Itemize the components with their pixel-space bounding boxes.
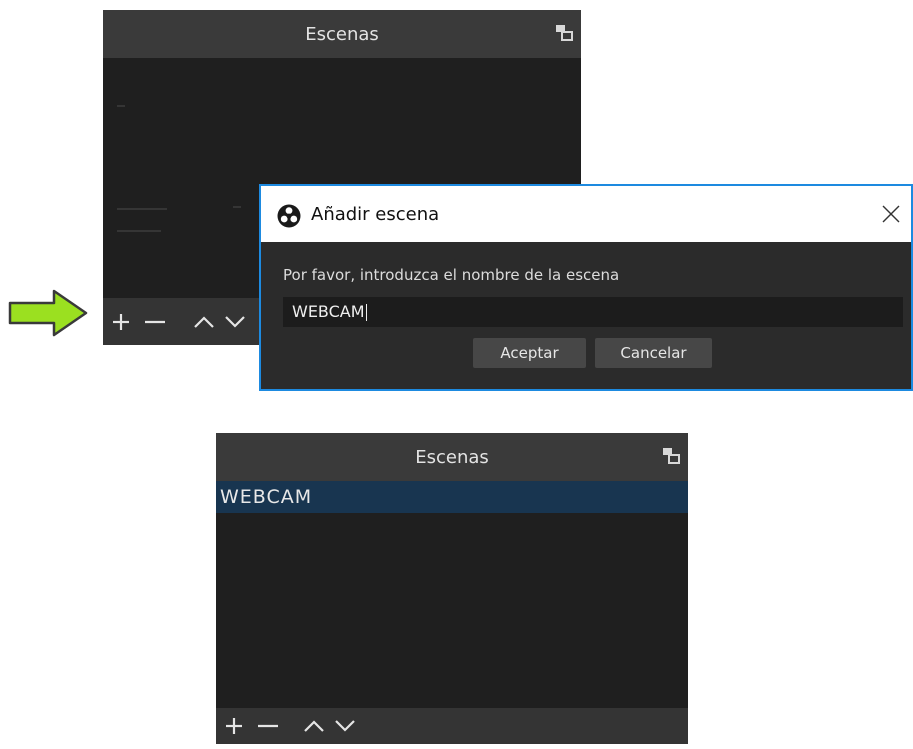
dialog-prompt: Por favor, introduzca el nombre de la es… <box>283 266 620 284</box>
move-up-icon[interactable] <box>300 708 328 744</box>
float-icon[interactable] <box>555 24 573 42</box>
move-down-icon[interactable] <box>221 298 249 345</box>
remove-icon[interactable] <box>254 708 282 744</box>
scenes-toolbar <box>216 708 688 744</box>
accept-button[interactable]: Aceptar <box>473 338 586 368</box>
add-icon[interactable] <box>107 298 135 345</box>
scene-list[interactable]: WEBCAM <box>216 481 688 708</box>
remove-icon[interactable] <box>141 298 169 345</box>
obs-logo-icon <box>277 204 301 228</box>
scenes-dock-header: Escenas <box>103 10 581 58</box>
scenes-dock-header: Escenas <box>216 433 688 481</box>
scene-item-label: WEBCAM <box>220 486 313 508</box>
scene-name-input[interactable]: WEBCAM <box>283 297 903 327</box>
add-scene-dialog: Añadir escena Por favor, introduzca el n… <box>259 184 913 391</box>
float-icon[interactable] <box>662 447 680 465</box>
close-icon[interactable] <box>879 202 903 226</box>
scene-item-webcam[interactable]: WEBCAM <box>216 481 688 513</box>
text-caret <box>365 304 367 321</box>
dialog-title: Añadir escena <box>311 204 440 225</box>
scene-name-value: WEBCAM <box>292 302 365 321</box>
green-arrow-icon <box>8 289 88 337</box>
dialog-titlebar: Añadir escena <box>261 186 911 242</box>
scenes-dock-after: Escenas WEBCAM <box>216 433 688 744</box>
cancel-button[interactable]: Cancelar <box>595 338 712 368</box>
scenes-dock-title: Escenas <box>415 446 489 468</box>
add-icon[interactable] <box>220 708 248 744</box>
move-down-icon[interactable] <box>331 708 359 744</box>
scenes-dock-title: Escenas <box>305 23 379 45</box>
move-up-icon[interactable] <box>190 298 218 345</box>
